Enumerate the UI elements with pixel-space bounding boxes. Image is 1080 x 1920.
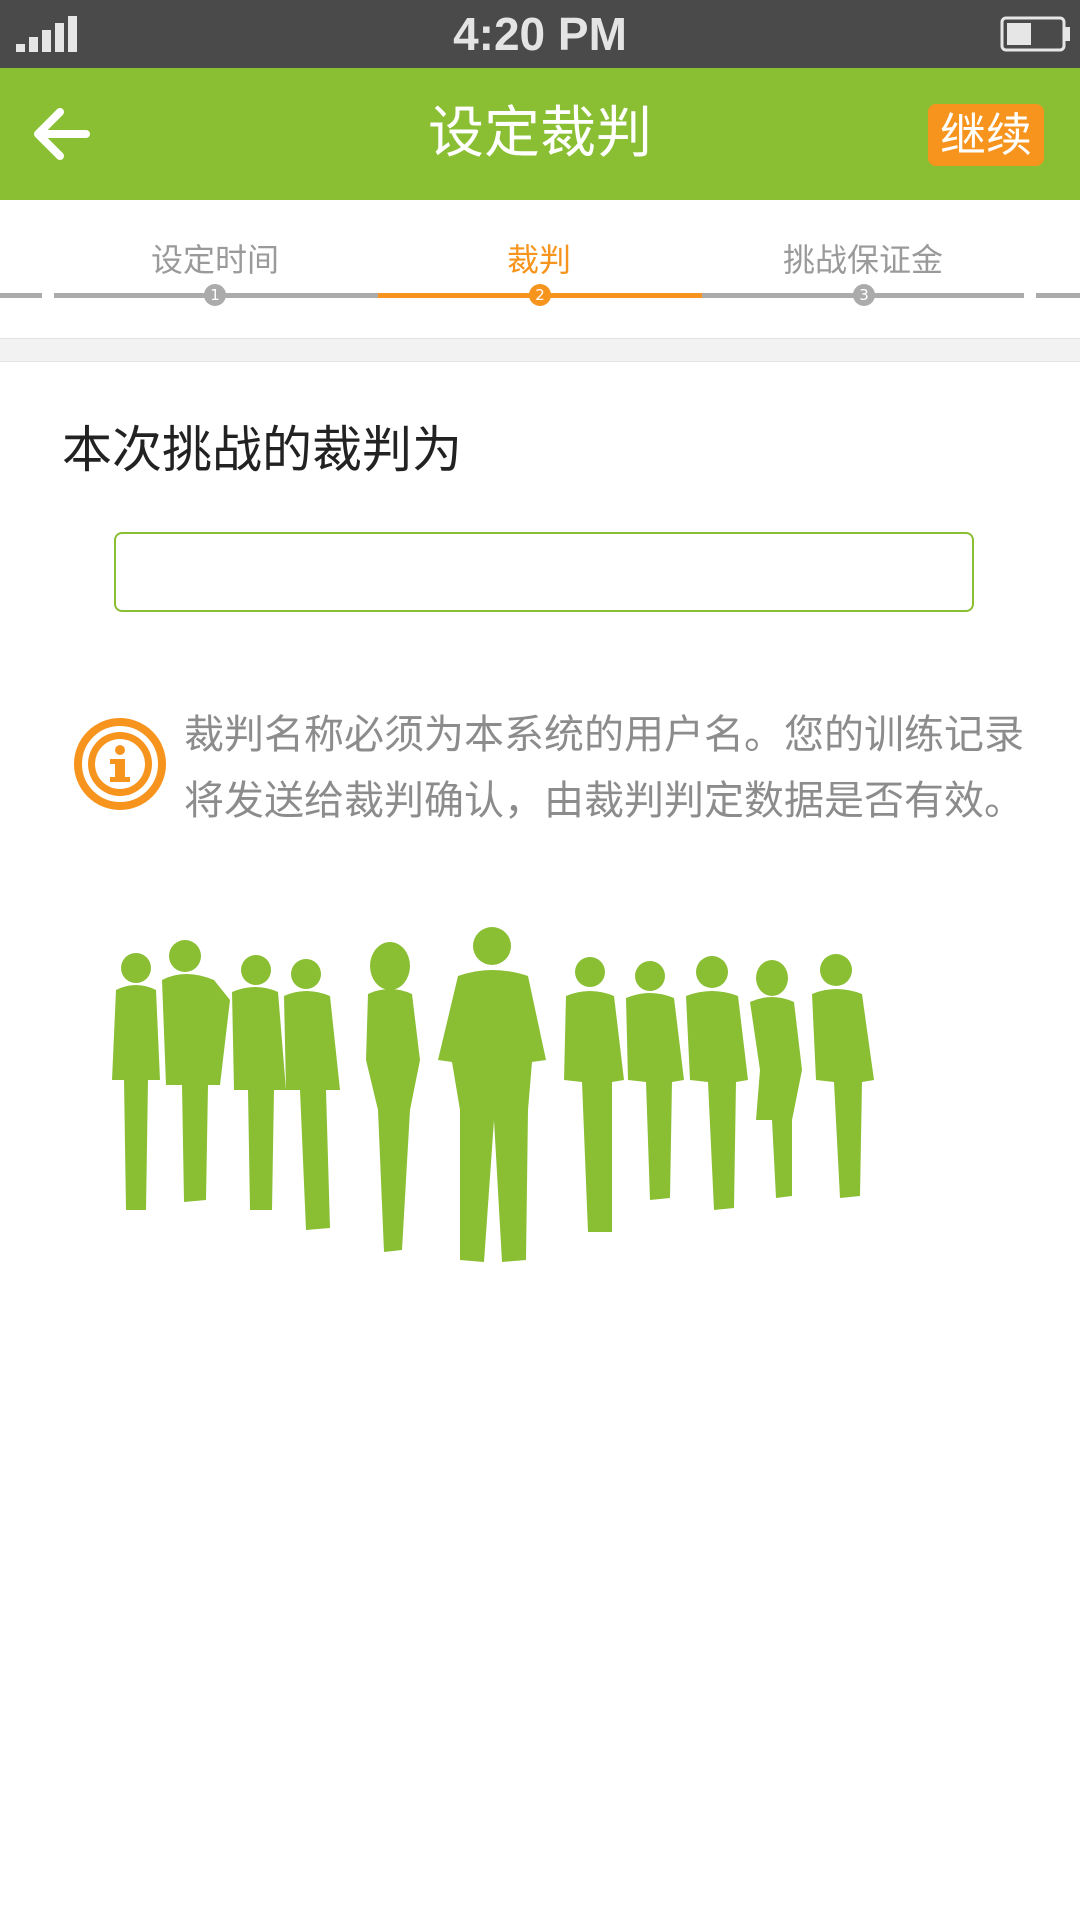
page-title: 设定裁判 xyxy=(428,101,652,166)
referee-name-input[interactable] xyxy=(114,532,974,612)
app-header: 设定裁判 继续 xyxy=(0,68,1080,200)
continue-button[interactable]: 继续 xyxy=(928,104,1044,166)
step-label-time[interactable]: 设定时间 xyxy=(85,240,345,280)
step-progress: 设定时间 裁判 挑战保证金 1 2 3 xyxy=(0,200,1080,338)
step-number-3: 3 xyxy=(853,284,875,306)
status-bar: 4:20 PM xyxy=(0,0,1080,68)
step-label-referee[interactable]: 裁判 xyxy=(409,240,669,280)
status-time: 4:20 PM xyxy=(453,8,627,60)
step-line-edge-right xyxy=(1036,293,1080,298)
step-number-2: 2 xyxy=(529,284,551,306)
battery-icon xyxy=(1000,16,1070,52)
info-circle-icon xyxy=(74,718,166,810)
referee-info-text: 裁判名称必须为本系统的用户名。您的训练记录将发送给裁判确认，由裁判判定数据是否有… xyxy=(184,712,1024,824)
step-label-deposit[interactable]: 挑战保证金 xyxy=(733,240,993,280)
people-silhouettes-illustration xyxy=(112,927,874,1262)
step-number-1: 1 xyxy=(204,284,226,306)
step-line-edge-left xyxy=(0,293,42,298)
referee-section-title: 本次挑战的裁判为 xyxy=(62,421,462,479)
section-divider xyxy=(0,338,1080,362)
